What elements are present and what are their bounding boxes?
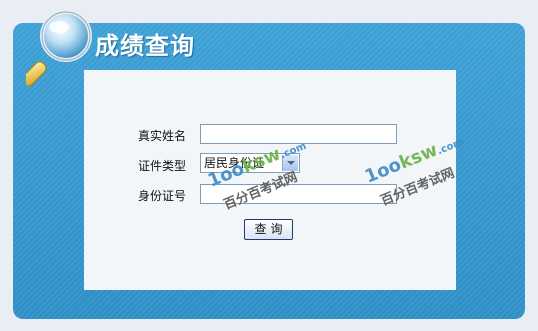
name-label: 真实姓名 bbox=[138, 129, 187, 143]
id-label: 身份证号 bbox=[138, 189, 187, 203]
query-button[interactable]: 查询 bbox=[244, 219, 293, 240]
doc-type-label: 证件类型 bbox=[138, 159, 187, 173]
page-title: 成绩查询 bbox=[95, 31, 195, 60]
